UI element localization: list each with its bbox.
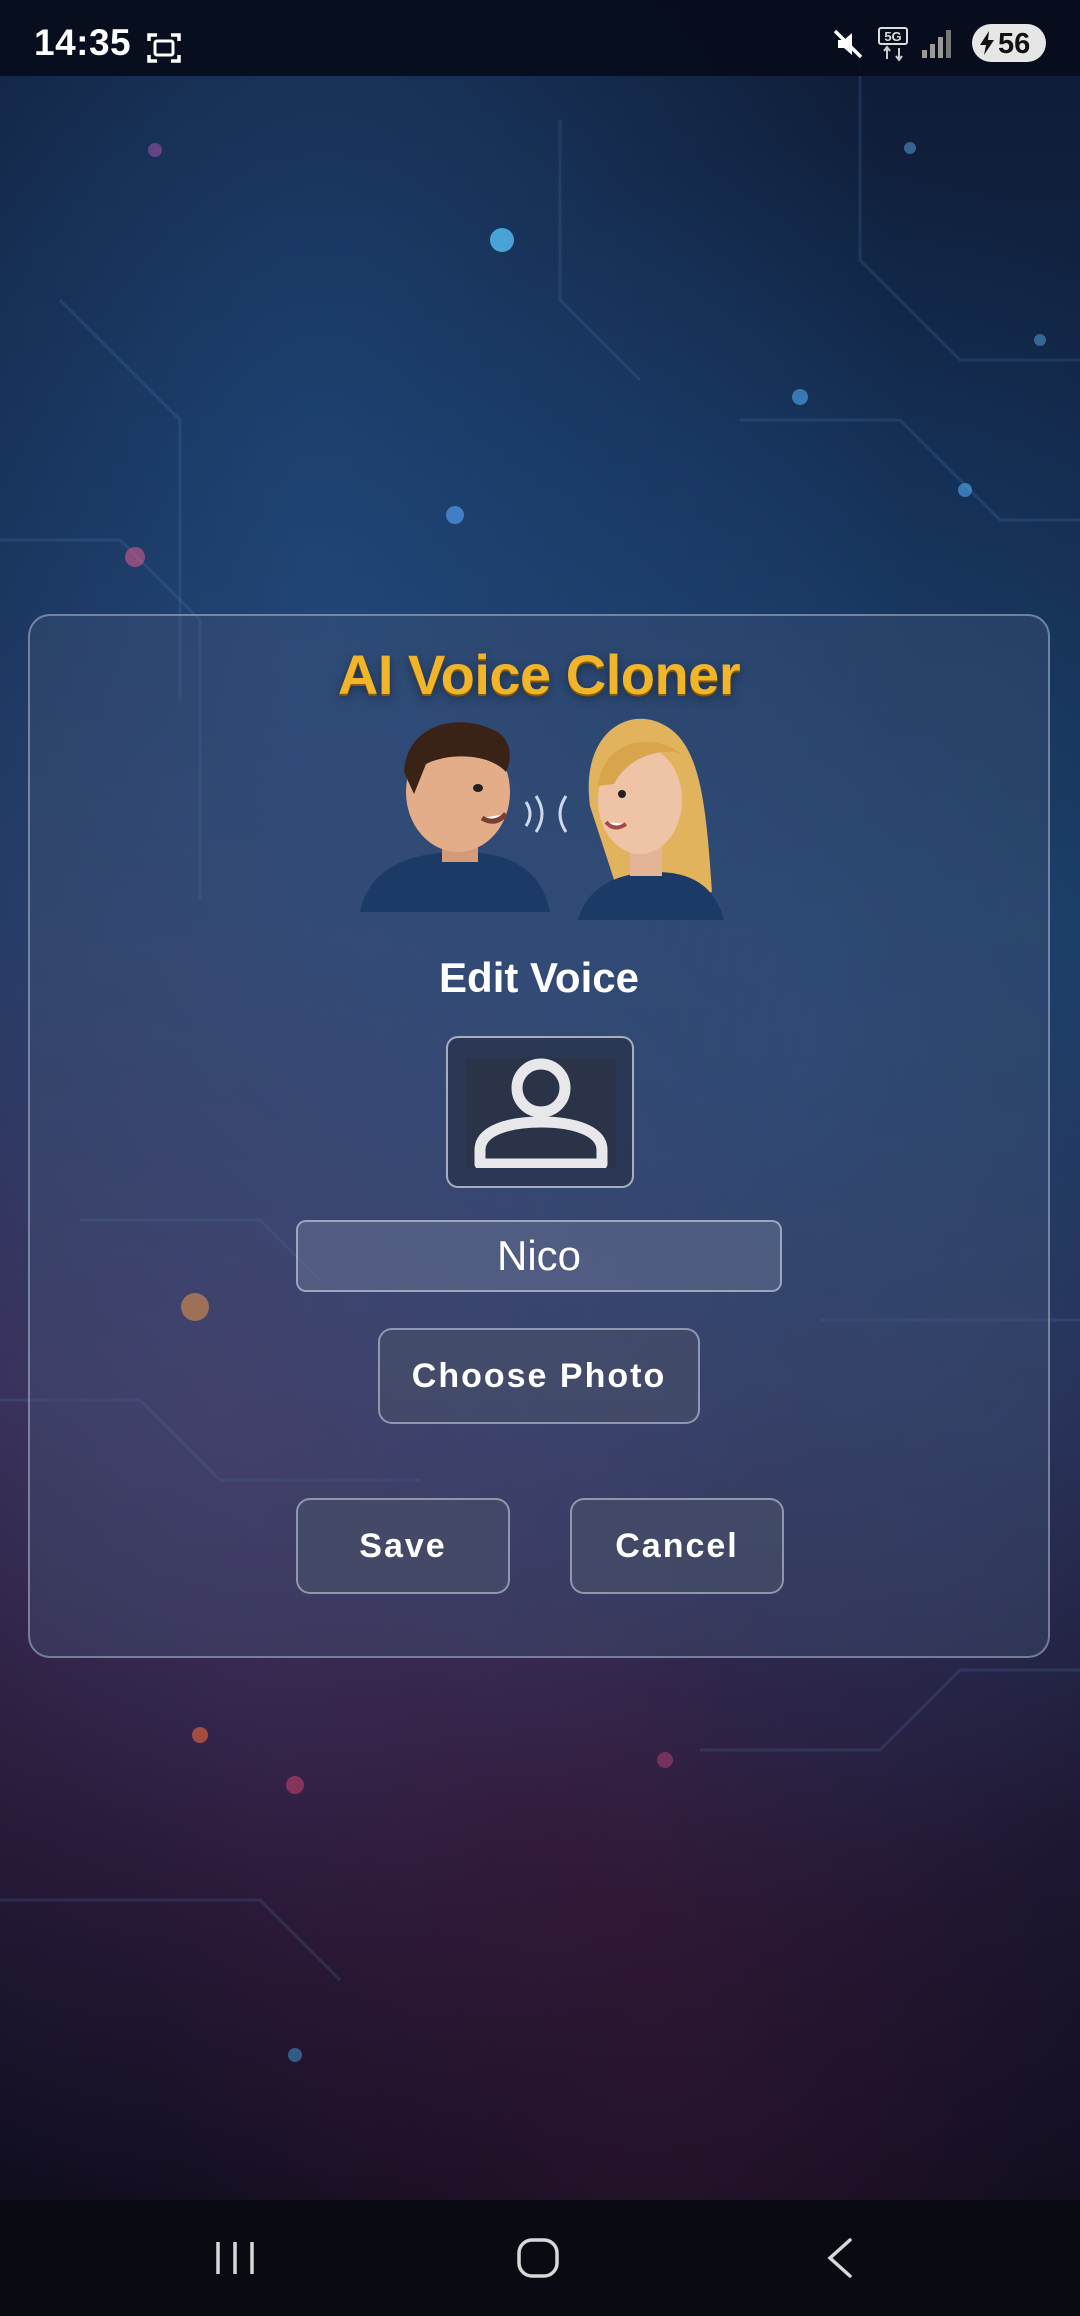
avatar[interactable] <box>446 1036 634 1188</box>
5g-icon: 5G <box>878 27 908 62</box>
mute-icon <box>833 29 863 59</box>
status-bar: 14:35 5G 56 <box>0 0 1080 76</box>
voice-cloner-illustration <box>360 718 724 920</box>
back-icon[interactable] <box>822 2234 858 2282</box>
cancel-button[interactable]: Cancel <box>570 1498 784 1594</box>
app-title: AI Voice Cloner <box>337 643 741 706</box>
navigation-bar <box>0 2200 1080 2316</box>
signal-icon <box>922 30 951 58</box>
person-icon <box>474 1058 608 1170</box>
save-button[interactable]: Save <box>296 1498 510 1594</box>
battery-level: 56 <box>998 28 1031 60</box>
voice-name-input[interactable] <box>296 1220 782 1292</box>
battery-icon: 56 <box>972 24 1046 62</box>
recent-apps-icon[interactable] <box>212 2238 258 2278</box>
edit-voice-dialog: AI Voice Cloner Edit Voice Choose Photo <box>28 614 1050 1658</box>
choose-photo-button[interactable]: Choose Photo <box>378 1328 700 1424</box>
network-label: 5G <box>884 29 901 44</box>
avatar-placeholder <box>466 1058 616 1170</box>
charging-icon <box>980 31 994 55</box>
home-icon[interactable] <box>514 2236 562 2280</box>
edit-voice-heading: Edit Voice <box>439 954 639 1001</box>
status-time: 14:35 <box>34 22 132 63</box>
screenshot-icon <box>147 33 181 63</box>
